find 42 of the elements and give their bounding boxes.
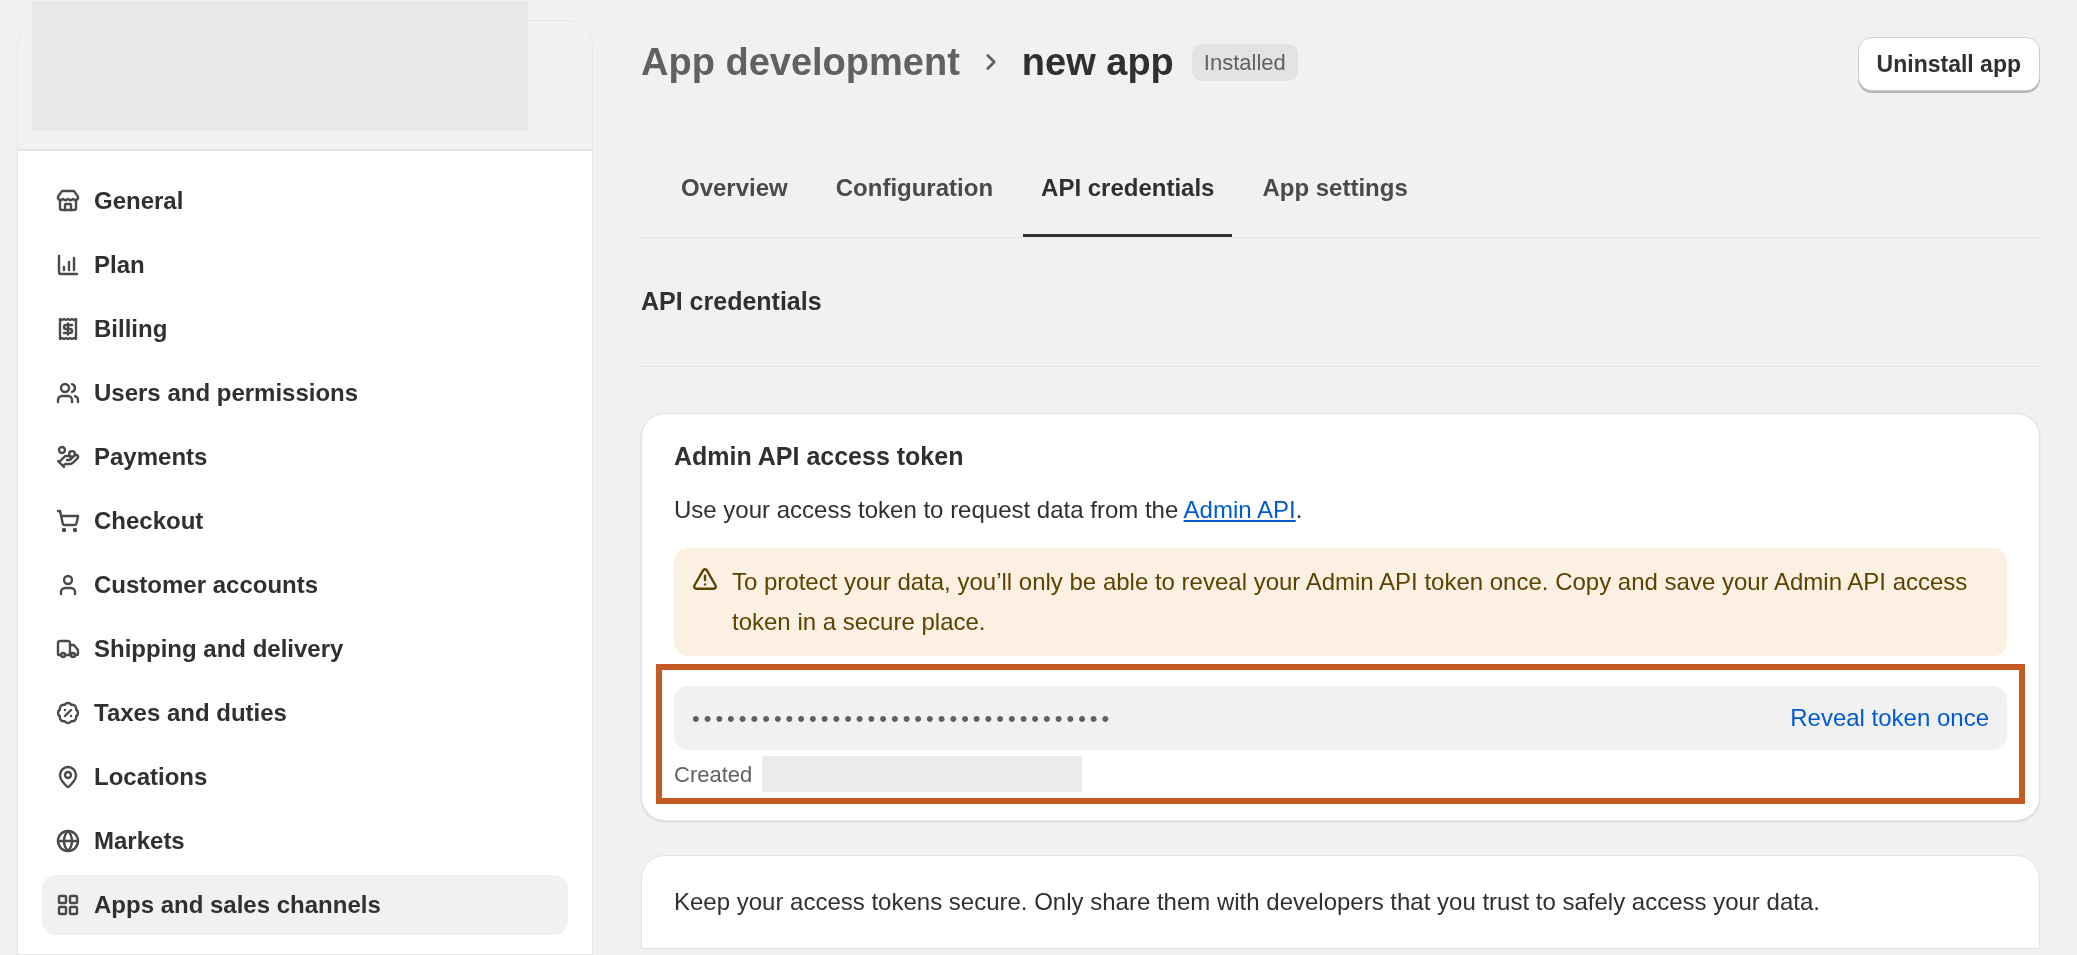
sidebar-item[interactable]: Billing — [42, 299, 568, 359]
tab[interactable]: API credentials — [1023, 142, 1233, 237]
page-title: new app — [1021, 40, 1174, 85]
card-title: Admin API access token — [674, 441, 965, 472]
warning-icon — [692, 566, 718, 592]
percent-badge-icon — [56, 701, 80, 725]
hand-coins-icon — [56, 445, 80, 469]
globe-icon — [56, 829, 80, 853]
sidebar-item[interactable]: Shipping and delivery — [42, 619, 568, 679]
breadcrumb-link[interactable]: App development — [641, 34, 960, 90]
grid-icon — [56, 893, 80, 917]
card-description: Use your access token to request data from the Admin API. — [674, 495, 1304, 525]
tab[interactable]: Overview — [663, 142, 806, 237]
users-icon — [56, 381, 80, 405]
sidebar-item[interactable]: Payments — [42, 427, 568, 487]
uninstall-button[interactable]: Uninstall app — [1857, 37, 2040, 91]
receipt-icon — [56, 317, 80, 341]
sidebar-item[interactable]: Customer accounts — [42, 555, 568, 615]
security-text: Keep your access tokens secure. Only share them with developers that you trust to safely access your data. — [674, 887, 1821, 917]
truck-icon — [56, 637, 80, 661]
store-icon — [56, 189, 80, 213]
sidebar-item[interactable]: Taxes and duties — [42, 683, 568, 743]
sidebar-item[interactable]: Plan — [42, 235, 568, 295]
sidebar-item[interactable]: Locations — [42, 747, 568, 807]
map-pin-icon — [56, 765, 80, 789]
status-badge: Installed — [1191, 43, 1298, 81]
tab[interactable]: Configuration — [817, 142, 1012, 237]
sidebar-item[interactable]: Checkout — [42, 491, 568, 551]
created-label: Created — [674, 760, 753, 789]
admin-api-link[interactable]: Admin API — [1183, 496, 1296, 523]
reveal-token-link[interactable]: Reveal token once — [1790, 700, 1989, 736]
sidebar-item[interactable]: Users and permissions — [42, 363, 568, 423]
masked-token: •••••••••••••••••••••••••••••••••••• — [692, 704, 1114, 733]
section-title: API credentials — [641, 286, 822, 318]
bar-chart-icon — [56, 253, 80, 277]
cart-icon — [56, 509, 80, 533]
tab[interactable]: App settings — [1244, 142, 1426, 237]
token-field[interactable]: •••••••••••••••••••••••••••••••••••• Reveal token once — [674, 686, 2007, 750]
sidebar-item[interactable]: Markets — [42, 811, 568, 871]
warning-text: To protect your data, you’ll only be able to reveal your Admin API token once. Copy and save your Admin API access token in a secure place. — [732, 567, 1969, 637]
sidebar-item[interactable]: Apps and sales channels — [42, 875, 568, 935]
sidebar-item[interactable]: General — [42, 171, 568, 231]
